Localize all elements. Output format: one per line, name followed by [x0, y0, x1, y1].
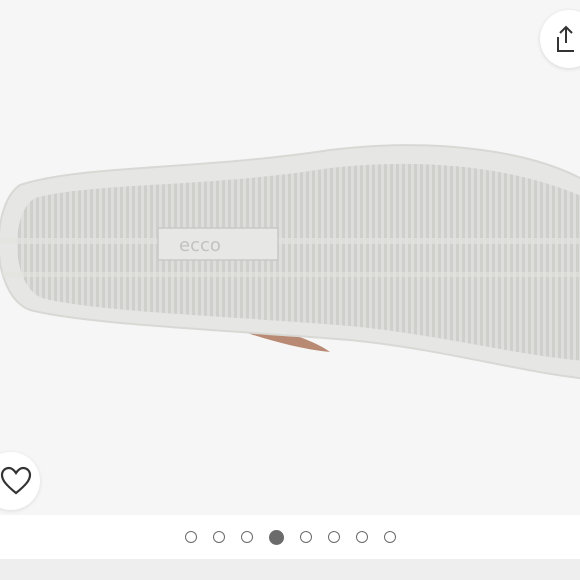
carousel-dot-6[interactable] [327, 531, 340, 543]
carousel-dot-2[interactable] [212, 531, 225, 543]
carousel-dot-7[interactable] [355, 531, 368, 543]
shoe-sole-image: ecco [0, 144, 580, 380]
carousel-indicators [0, 515, 580, 559]
carousel-dot-8[interactable] [383, 531, 396, 543]
share-icon [557, 25, 574, 52]
bottom-divider [0, 559, 580, 580]
carousel-dot-5[interactable] [299, 531, 312, 543]
heart-outline-icon [0, 466, 32, 495]
carousel-dot-3[interactable] [240, 531, 253, 543]
brand-logo-text: ecco [179, 235, 221, 256]
product-image-area[interactable]: ecco [0, 0, 580, 515]
carousel-dot-4-active[interactable] [268, 529, 284, 545]
carousel-dot-1[interactable] [184, 531, 197, 543]
